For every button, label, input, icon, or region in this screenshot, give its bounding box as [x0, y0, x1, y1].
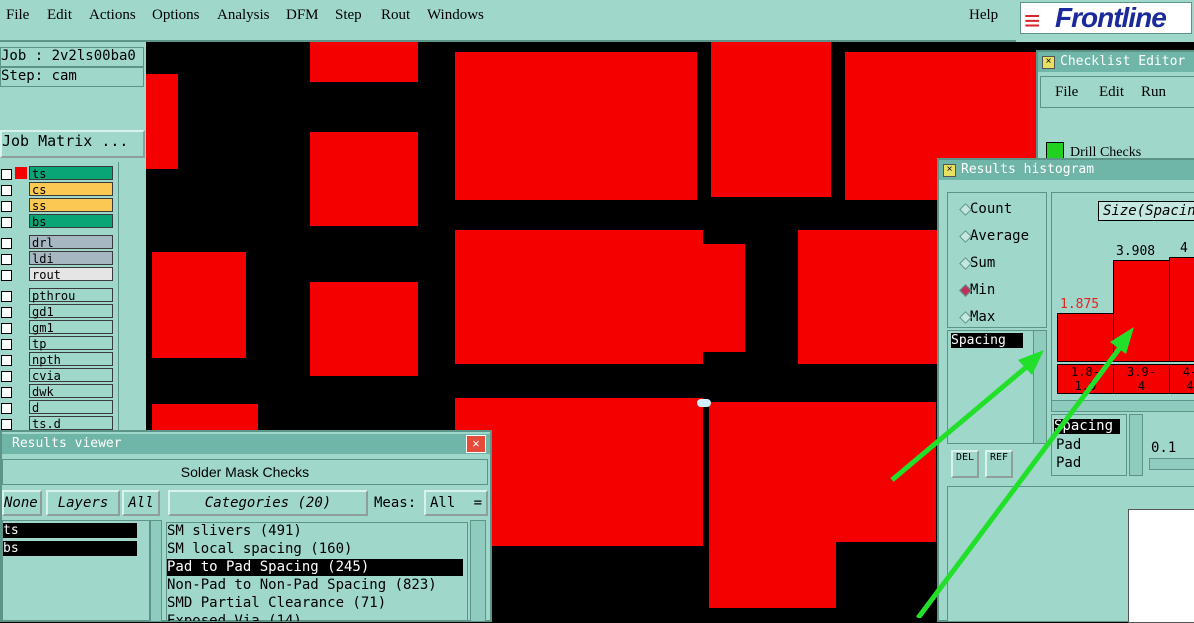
- annotation-arrows: [890, 327, 1134, 618]
- annotation-arrow: [915, 343, 1125, 618]
- annotation-arrow: [890, 362, 1032, 482]
- arrowhead-icon: [1110, 327, 1134, 354]
